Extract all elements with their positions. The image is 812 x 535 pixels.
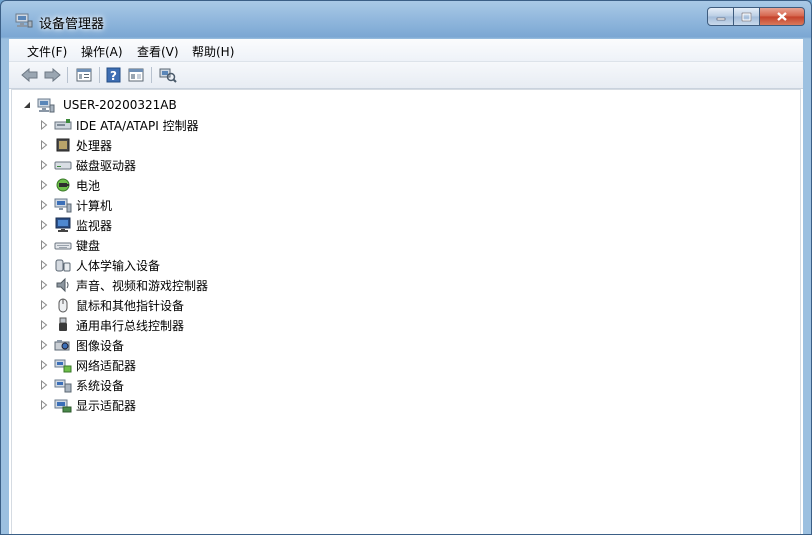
scan-hardware-icon xyxy=(159,68,177,83)
expand-triangle-icon[interactable] xyxy=(38,299,50,311)
computer-icon xyxy=(54,197,72,213)
tree-node-label: 键盘 xyxy=(76,238,101,253)
tree-node-label: 网络适配器 xyxy=(76,358,137,373)
tree-node[interactable]: 监视器 xyxy=(38,216,112,234)
tree-node[interactable]: 磁盘驱动器 xyxy=(38,156,136,174)
ide-controller-icon xyxy=(54,117,72,133)
expand-triangle-icon[interactable] xyxy=(38,139,50,151)
tree-node-label: 系统设备 xyxy=(76,378,125,393)
tree-node-label: 处理器 xyxy=(76,138,113,153)
speaker-icon xyxy=(54,277,72,293)
device-tree[interactable]: USER-20200321AB IDE ATA/ATAPI 控制器 处理器磁盘驱动… xyxy=(11,89,801,534)
system-device-icon xyxy=(54,377,72,393)
expand-triangle-icon[interactable] xyxy=(38,279,50,291)
expand-triangle-icon[interactable] xyxy=(38,119,50,131)
close-icon xyxy=(777,12,787,21)
tree-node-label: 监视器 xyxy=(76,218,113,233)
expand-triangle-icon[interactable] xyxy=(38,319,50,331)
tree-node-label: 电池 xyxy=(76,178,101,193)
display-adapter-icon xyxy=(54,397,72,413)
close-button[interactable] xyxy=(760,7,805,26)
expand-triangle-icon[interactable] xyxy=(38,159,50,171)
expand-triangle-icon[interactable] xyxy=(38,379,50,391)
menu-bar: 文件(F) 操作(A) 查看(V) 帮助(H) xyxy=(9,39,803,62)
hid-icon xyxy=(54,257,72,273)
svg-text:?: ? xyxy=(110,69,117,83)
expand-triangle-icon[interactable] xyxy=(38,259,50,271)
tree-node[interactable]: 网络适配器 xyxy=(38,356,136,374)
processor-icon xyxy=(54,137,72,153)
tree-node-label: 显示适配器 xyxy=(76,398,137,413)
tree-node[interactable]: 人体学输入设备 xyxy=(38,256,160,274)
maximize-icon xyxy=(741,12,752,21)
client-area: 文件(F) 操作(A) 查看(V) 帮助(H) ? USER-20200321A… xyxy=(9,39,803,534)
expand-triangle-icon[interactable] xyxy=(38,399,50,411)
maximize-button[interactable] xyxy=(734,7,760,26)
camera-icon xyxy=(54,337,72,353)
expand-triangle-icon[interactable] xyxy=(38,239,50,251)
tree-root-label: USER-20200321AB xyxy=(63,98,177,112)
device-manager-icon xyxy=(15,12,33,28)
tree-node[interactable]: IDE ATA/ATAPI 控制器 xyxy=(38,116,199,134)
toolbar-separator xyxy=(99,67,100,83)
menu-action[interactable]: 操作(A) xyxy=(81,43,123,60)
tree-node-label: 通用串行总线控制器 xyxy=(76,318,185,333)
help-icon: ? xyxy=(106,67,121,83)
tree-node[interactable]: 显示适配器 xyxy=(38,396,136,414)
caption-buttons xyxy=(707,7,805,27)
tree-node-label: 鼠标和其他指针设备 xyxy=(76,298,185,313)
tree-node-label: 计算机 xyxy=(76,198,113,213)
tree-node-label: 图像设备 xyxy=(76,338,125,353)
tree-node[interactable]: 计算机 xyxy=(38,196,112,214)
show-hide-console-tree-button[interactable] xyxy=(75,66,93,84)
forward-button[interactable] xyxy=(43,66,61,84)
expand-triangle-icon[interactable] xyxy=(38,179,50,191)
network-adapter-icon xyxy=(54,357,72,373)
properties-button[interactable] xyxy=(127,66,145,84)
tree-node[interactable]: 键盘 xyxy=(38,236,100,254)
device-manager-window: 设备管理器 文件(F) 操作(A) 查看(V) 帮助(H) ? USER-202… xyxy=(0,0,812,535)
expand-triangle-icon[interactable] xyxy=(38,199,50,211)
tree-node[interactable]: 系统设备 xyxy=(38,376,124,394)
toolbar-separator xyxy=(67,67,68,83)
scan-hardware-button[interactable] xyxy=(159,66,177,84)
collapse-triangle-icon[interactable] xyxy=(21,99,33,111)
battery-icon xyxy=(54,177,72,193)
keyboard-icon xyxy=(54,237,72,253)
expand-triangle-icon[interactable] xyxy=(38,359,50,371)
console-tree-icon xyxy=(76,68,92,82)
tree-node[interactable]: 鼠标和其他指针设备 xyxy=(38,296,184,314)
minimize-icon xyxy=(716,17,725,20)
tree-node[interactable]: 通用串行总线控制器 xyxy=(38,316,184,334)
help-button[interactable]: ? xyxy=(105,66,123,84)
forward-arrow-icon xyxy=(44,68,61,82)
minimize-button[interactable] xyxy=(707,7,734,26)
tree-node[interactable]: 图像设备 xyxy=(38,336,124,354)
properties-icon xyxy=(128,68,144,82)
expand-triangle-icon[interactable] xyxy=(38,219,50,231)
menu-help[interactable]: 帮助(H) xyxy=(192,43,234,60)
tree-node-label: 人体学输入设备 xyxy=(76,258,161,273)
monitor-icon xyxy=(54,217,72,233)
toolbar: ? xyxy=(9,62,803,89)
computer-icon xyxy=(37,97,55,113)
usb-icon xyxy=(54,317,72,333)
tree-node[interactable]: 电池 xyxy=(38,176,100,194)
toolbar-separator xyxy=(151,67,152,83)
expand-triangle-icon[interactable] xyxy=(38,339,50,351)
mouse-icon xyxy=(54,297,72,313)
tree-root-node[interactable]: USER-20200321AB xyxy=(21,96,177,114)
tree-node[interactable]: 处理器 xyxy=(38,136,112,154)
back-button[interactable] xyxy=(21,66,39,84)
tree-node[interactable]: 声音、视频和游戏控制器 xyxy=(38,276,208,294)
tree-node-label: 声音、视频和游戏控制器 xyxy=(76,278,209,293)
menu-view[interactable]: 查看(V) xyxy=(137,43,179,60)
disk-drive-icon xyxy=(54,157,72,173)
back-arrow-icon xyxy=(21,68,38,82)
window-title: 设备管理器 xyxy=(39,17,105,32)
tree-node-label: IDE ATA/ATAPI 控制器 xyxy=(76,118,199,133)
tree-node-label: 磁盘驱动器 xyxy=(76,158,137,173)
menu-file[interactable]: 文件(F) xyxy=(27,43,67,60)
title-bar[interactable]: 设备管理器 xyxy=(1,1,811,39)
